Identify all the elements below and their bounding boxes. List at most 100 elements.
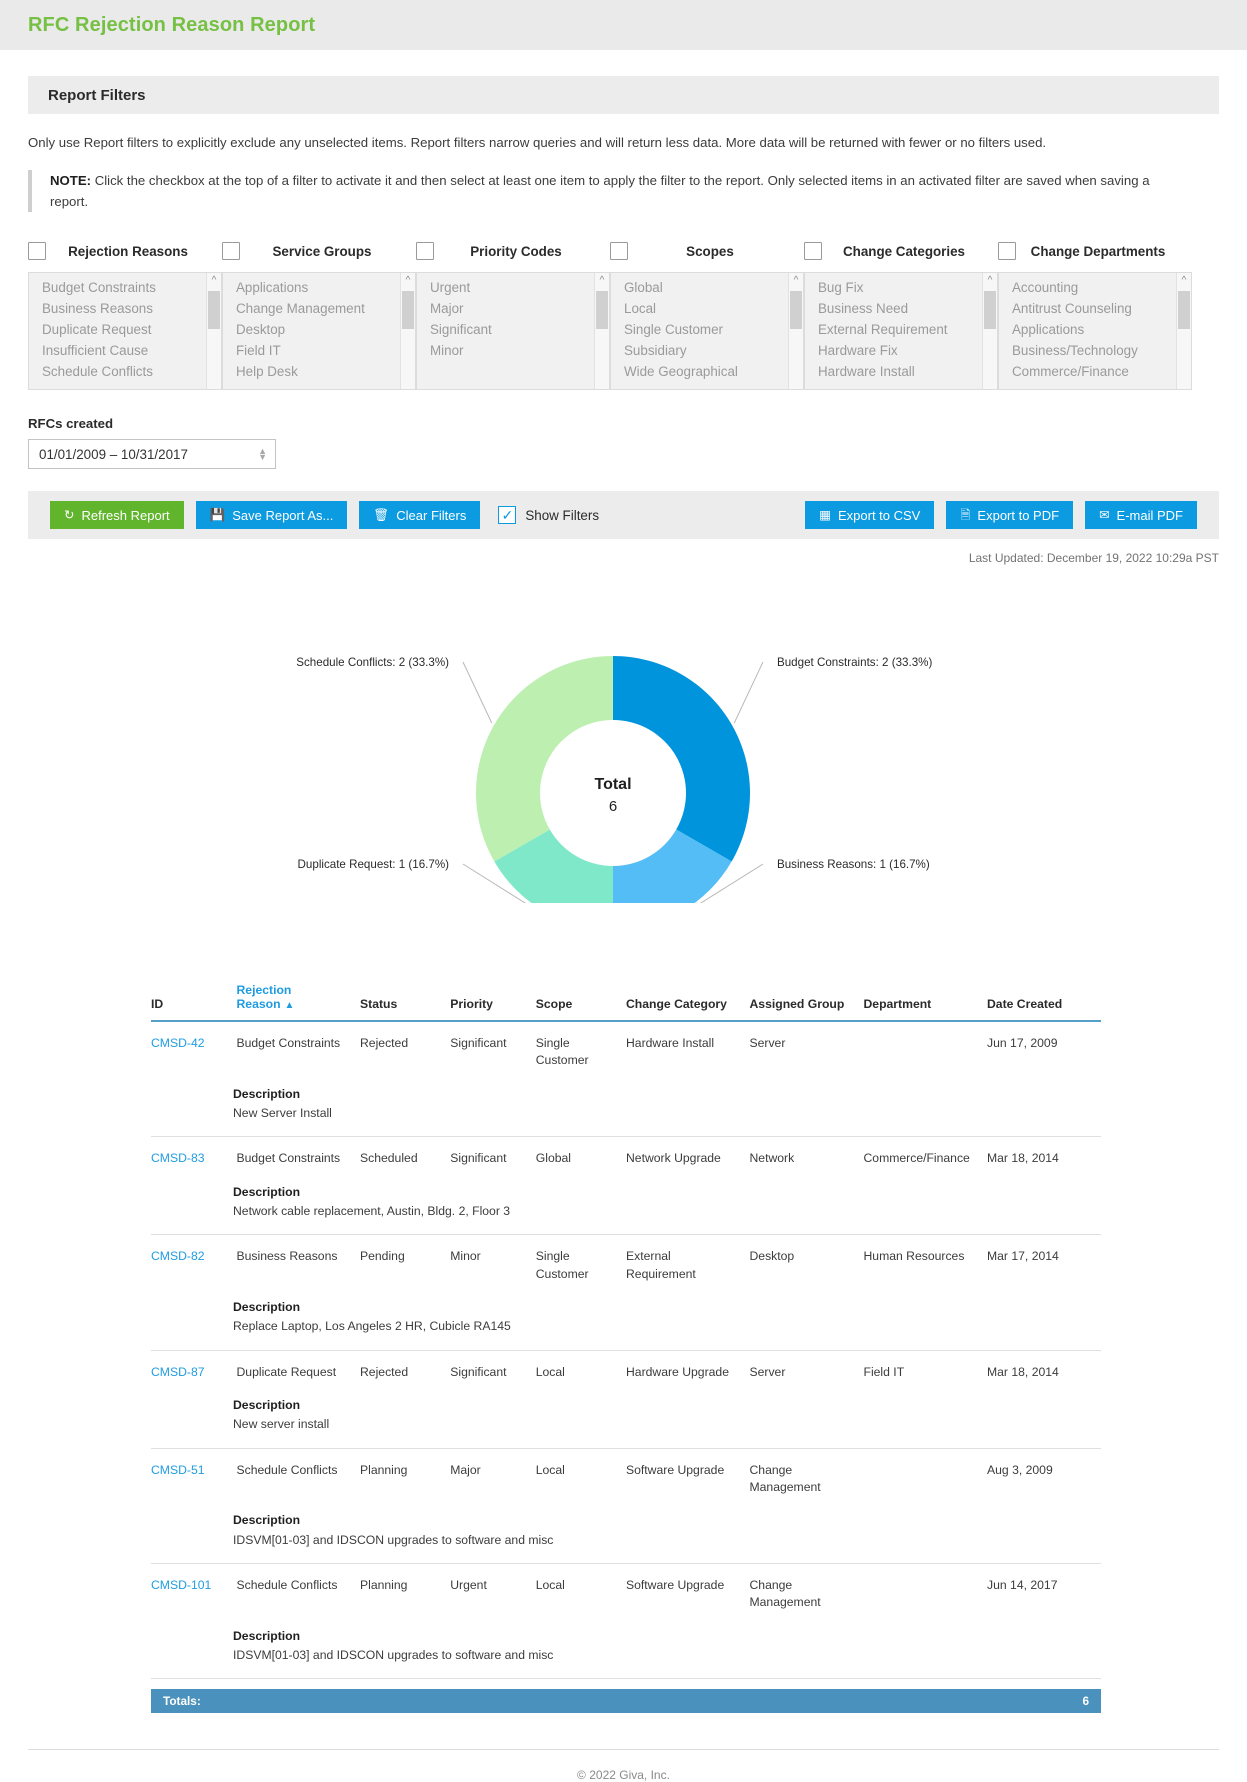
scrollbar-thumb[interactable] bbox=[1178, 291, 1190, 330]
filter-option[interactable]: Antitrust Counseling bbox=[999, 298, 1191, 319]
rfc-id-link[interactable]: CMSD-101 bbox=[151, 1578, 211, 1592]
column-header[interactable]: Date Created bbox=[987, 983, 1101, 1023]
listbox-scrollbar[interactable]: ^ bbox=[206, 273, 221, 390]
rfc-id-link[interactable]: CMSD-83 bbox=[151, 1151, 205, 1165]
filter-option[interactable]: External Requirement bbox=[805, 319, 997, 340]
filter-option[interactable]: Change Management bbox=[223, 298, 415, 319]
filter-option[interactable]: Commerce/Finance bbox=[999, 361, 1191, 382]
filter-enable-checkbox[interactable] bbox=[222, 242, 240, 261]
date-stepper-icon[interactable]: ▲ ▼ bbox=[258, 447, 267, 462]
scrollbar-thumb[interactable] bbox=[790, 291, 802, 330]
filter-option[interactable]: Wide Geographical bbox=[611, 361, 803, 382]
export-to-csv-button[interactable]: ▦ Export to CSV bbox=[805, 501, 935, 530]
table-row: CMSD-87 Duplicate Request Rejected Signific… bbox=[151, 1350, 1101, 1381]
email-pdf-button[interactable]: ✉ E-mail PDF bbox=[1085, 501, 1197, 530]
filter-listbox[interactable]: Bug Fix Business Need External Requirement… bbox=[804, 272, 998, 391]
rfc-id-link[interactable]: CMSD-82 bbox=[151, 1249, 205, 1263]
donut-slice[interactable] bbox=[476, 656, 613, 862]
filter-column: Change Categories Bug Fix Business Need Ext… bbox=[804, 238, 998, 391]
show-filters-checkbox[interactable]: ✓ bbox=[498, 506, 517, 525]
filter-option[interactable]: Minor bbox=[417, 340, 609, 361]
filter-option[interactable]: Hardware Install bbox=[805, 361, 997, 382]
description-text: IDSVM[01-03] and IDSCON upgrades to soft… bbox=[233, 1647, 554, 1662]
filter-option[interactable]: Business/Technology bbox=[999, 340, 1191, 361]
filter-option[interactable]: Business Reasons bbox=[29, 298, 221, 319]
filter-option[interactable]: Hardware Fix bbox=[805, 340, 997, 361]
scroll-up-arrow-icon[interactable]: ^ bbox=[595, 276, 609, 286]
column-header[interactable]: Change Category bbox=[626, 983, 750, 1023]
scroll-up-arrow-icon[interactable]: ^ bbox=[1177, 276, 1191, 286]
description-label: Description bbox=[233, 1184, 301, 1199]
column-header[interactable]: Priority bbox=[450, 983, 536, 1023]
filter-option[interactable]: Desktop bbox=[223, 319, 415, 340]
column-header[interactable]: Status bbox=[360, 983, 451, 1023]
clear-filters-button[interactable]: 🗑 Clear Filters bbox=[359, 501, 481, 530]
filter-enable-checkbox[interactable] bbox=[804, 242, 822, 261]
cell-reason: Budget Constraints bbox=[236, 1036, 341, 1051]
filter-option[interactable]: Schedule Conflicts bbox=[29, 361, 221, 382]
save-disk-icon: 💾 bbox=[209, 507, 226, 522]
scroll-up-arrow-icon[interactable]: ^ bbox=[789, 276, 803, 286]
listbox-scrollbar[interactable]: ^ bbox=[982, 273, 997, 390]
filter-listbox[interactable]: Accounting Antitrust Counseling Applicatio… bbox=[998, 272, 1192, 391]
scroll-up-arrow-icon[interactable]: ^ bbox=[401, 276, 415, 286]
filter-enable-checkbox[interactable] bbox=[610, 242, 628, 261]
filter-enable-checkbox[interactable] bbox=[998, 242, 1016, 261]
scroll-up-arrow-icon[interactable]: ^ bbox=[983, 276, 997, 286]
listbox-scrollbar[interactable]: ^ bbox=[788, 273, 803, 390]
listbox-scrollbar[interactable]: ^ bbox=[400, 273, 415, 390]
filter-option[interactable]: Field IT bbox=[223, 340, 415, 361]
show-filters-toggle[interactable]: ✓ Show Filters bbox=[498, 506, 599, 525]
filter-listbox[interactable]: Global Local Single Customer Subsidiary Wide… bbox=[610, 272, 804, 391]
description-label: Description bbox=[233, 1300, 301, 1315]
cell-group: Server bbox=[749, 1036, 786, 1051]
column-header[interactable]: Department bbox=[863, 983, 987, 1023]
filter-option[interactable]: Help Desk bbox=[223, 361, 415, 382]
scrollbar-thumb[interactable] bbox=[596, 291, 608, 330]
filter-enable-checkbox[interactable] bbox=[28, 242, 46, 261]
refresh-report-button[interactable]: ↻ Refresh Report bbox=[50, 501, 184, 530]
filter-enable-checkbox[interactable] bbox=[416, 242, 434, 261]
filter-option[interactable]: Duplicate Request bbox=[29, 319, 221, 340]
filter-option[interactable]: Insufficient Cause bbox=[29, 340, 221, 361]
cell-reason: Schedule Conflicts bbox=[236, 1462, 338, 1477]
filter-option[interactable]: Major bbox=[417, 298, 609, 319]
filter-option[interactable]: Business Need bbox=[805, 298, 997, 319]
listbox-scrollbar[interactable]: ^ bbox=[594, 273, 609, 390]
filter-option[interactable]: Global bbox=[611, 277, 803, 298]
filter-option[interactable]: Urgent bbox=[417, 277, 609, 298]
rfc-id-link[interactable]: CMSD-51 bbox=[151, 1463, 205, 1477]
description-row: Description IDSVM[01-03] and IDSCON upgra… bbox=[151, 1496, 1101, 1563]
rfc-id-link[interactable]: CMSD-87 bbox=[151, 1365, 205, 1379]
scroll-up-arrow-icon[interactable]: ^ bbox=[207, 276, 221, 286]
rfcs-created-date-input[interactable]: 01/01/2009 – 10/31/2017 ▲ ▼ bbox=[28, 439, 276, 470]
filter-option[interactable]: Accounting bbox=[999, 277, 1191, 298]
filter-option[interactable]: Applications bbox=[223, 277, 415, 298]
export-to-pdf-button[interactable]: 🗎 Export to PDF bbox=[946, 501, 1074, 530]
scrollbar-thumb[interactable] bbox=[984, 291, 996, 330]
filter-title: Service Groups bbox=[272, 243, 372, 259]
column-header[interactable]: Rejection Reason ▲ bbox=[236, 983, 360, 1023]
filter-listbox[interactable]: Urgent Major Significant Minor ^ bbox=[416, 272, 610, 391]
filter-listbox[interactable]: Applications Change Management Desktop Fiel… bbox=[222, 272, 416, 391]
cell-reason: Budget Constraints bbox=[236, 1151, 341, 1166]
filter-option[interactable]: Applications bbox=[999, 319, 1191, 340]
cell-category: Network Upgrade bbox=[626, 1151, 721, 1166]
scrollbar-thumb[interactable] bbox=[402, 291, 414, 330]
email-pdf-label: E-mail PDF bbox=[1116, 507, 1183, 523]
column-header[interactable]: ID bbox=[151, 983, 237, 1023]
rfc-id-link[interactable]: CMSD-42 bbox=[151, 1036, 205, 1050]
filter-option[interactable]: Significant bbox=[417, 319, 609, 340]
donut-slice[interactable] bbox=[613, 656, 750, 862]
filter-option[interactable]: Subsidiary bbox=[611, 340, 803, 361]
save-report-as-button[interactable]: 💾 Save Report As... bbox=[195, 501, 348, 530]
filter-option[interactable]: Budget Constraints bbox=[29, 277, 221, 298]
filter-option[interactable]: Local bbox=[611, 298, 803, 319]
filter-option[interactable]: Bug Fix bbox=[805, 277, 997, 298]
column-header[interactable]: Scope bbox=[535, 983, 626, 1023]
scrollbar-thumb[interactable] bbox=[208, 291, 220, 330]
filter-listbox[interactable]: Budget Constraints Business Reasons Duplic… bbox=[28, 272, 222, 391]
column-header[interactable]: Assigned Group bbox=[749, 983, 864, 1023]
filter-option[interactable]: Single Customer bbox=[611, 319, 803, 340]
listbox-scrollbar[interactable]: ^ bbox=[1176, 273, 1191, 390]
